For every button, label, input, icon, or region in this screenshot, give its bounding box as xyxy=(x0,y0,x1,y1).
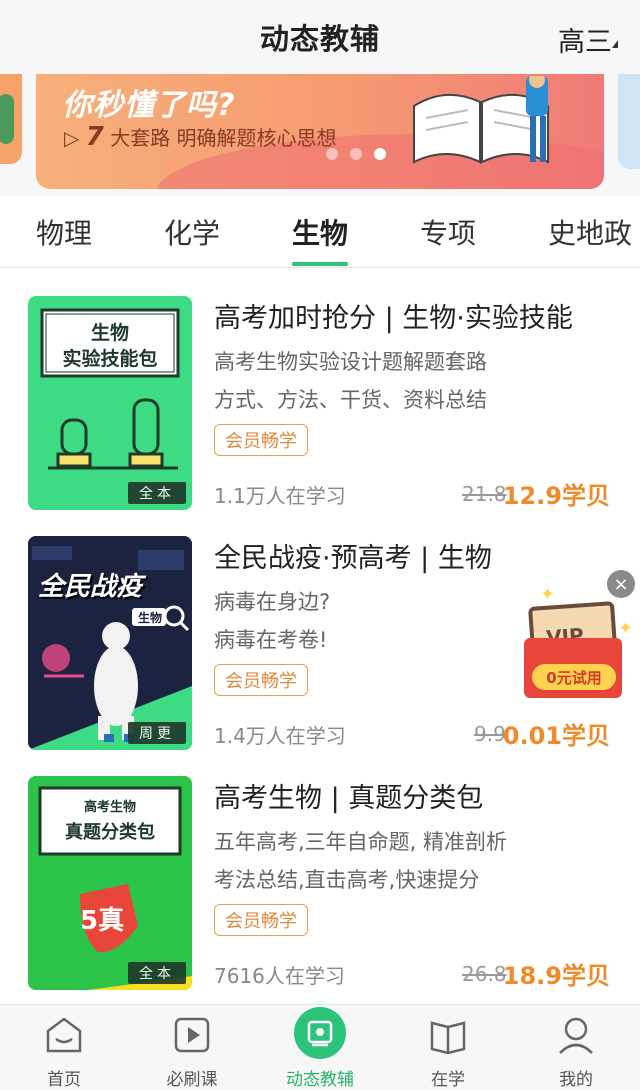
banner-dot[interactable] xyxy=(350,148,362,160)
original-price: 21.8 xyxy=(462,482,507,506)
nav-must-courses-label: 必刷课 xyxy=(166,1070,218,1090)
active-tab-indicator xyxy=(292,262,348,266)
cover-status-tag: 全本 xyxy=(128,482,186,504)
grade-selector[interactable]: 高三 xyxy=(558,20,612,59)
sparkle-icon: ✦ xyxy=(540,584,556,605)
nav-profile-label: 我的 xyxy=(559,1070,593,1090)
member-badge: 会员畅学 xyxy=(214,424,308,456)
nav-home-label: 首页 xyxy=(47,1070,81,1090)
nav-tutoring-label: 动态教辅 xyxy=(286,1070,354,1090)
tab-chemistry[interactable]: 化学 xyxy=(164,212,220,252)
banner-dot-active[interactable] xyxy=(374,148,386,160)
banner-next-peek[interactable] xyxy=(618,74,640,169)
cover-title-line2: 真题分类包 xyxy=(65,822,155,843)
learner-count: 1.4万人在学习 xyxy=(214,724,346,748)
banner-slide[interactable]: 你秒懂了吗? ▷ 7 大套路 明确解题核心思想 xyxy=(36,74,604,189)
member-badge: 会员畅学 xyxy=(214,664,308,696)
banner-carousel[interactable]: 你秒懂了吗? ▷ 7 大套路 明确解题核心思想 xyxy=(0,74,640,196)
course-description-line2: 方式、方法、干货、资料总结 xyxy=(214,388,487,412)
original-price: 9.9 xyxy=(474,722,506,746)
course-item[interactable]: 高考生物 真题分类包 5真 全本 高考生物 | 真题分类包 五年高考,三年自命题… xyxy=(0,776,640,996)
course-title[interactable]: 全民战疫·预高考 | 生物 xyxy=(214,536,492,575)
grade-caret-icon[interactable] xyxy=(612,40,618,48)
nav-home[interactable]: 首页 xyxy=(0,1005,128,1091)
banner-subtitle-number: 7 xyxy=(85,122,104,152)
member-badge: 会员畅学 xyxy=(214,904,308,936)
banner-dot[interactable] xyxy=(326,148,338,160)
page-title: 动态教辅 xyxy=(259,22,380,56)
course-title[interactable]: 高考加时抢分 | 生物·实验技能 xyxy=(214,296,573,335)
tutoring-icon xyxy=(307,1020,333,1047)
cover-title-line1: 生物 xyxy=(90,322,129,344)
original-price: 26.8 xyxy=(462,962,507,986)
course-description-line1: 病毒在身边? xyxy=(214,590,331,614)
banner-headline: 你秒懂了吗? xyxy=(62,88,236,123)
banner-subtitle-text: 大套路 明确解题核心思想 xyxy=(110,126,337,150)
nav-learning-label: 在学 xyxy=(431,1070,465,1090)
book-icon xyxy=(430,1021,466,1055)
course-item[interactable]: 生物 实验技能包 全本 高考加时抢分 | 生物·实验技能 高考生物实验设计题解题… xyxy=(0,296,640,516)
cover-title-line2: 实验技能包 xyxy=(62,348,158,370)
nav-profile[interactable]: 我的 xyxy=(512,1005,640,1091)
tab-special[interactable]: 专项 xyxy=(420,212,476,252)
play-icon xyxy=(174,1017,210,1053)
course-title[interactable]: 高考生物 | 真题分类包 xyxy=(214,776,483,815)
cover-title-line1: 全民战疫 xyxy=(38,572,143,602)
banner-pagination xyxy=(326,148,386,160)
nav-must-courses[interactable]: 必刷课 xyxy=(128,1005,256,1091)
nav-learning[interactable]: 在学 xyxy=(384,1005,512,1091)
course-description-line1: 高考生物实验设计题解题套路 xyxy=(214,350,487,374)
course-description-line1: 五年高考,三年自命题, 精准剖析 xyxy=(214,830,508,854)
nav-tutoring[interactable]: 动态教辅 xyxy=(256,1005,384,1091)
learner-count: 1.1万人在学习 xyxy=(214,484,346,508)
banner-subtitle: ▷ 7 大套路 明确解题核心思想 xyxy=(64,122,337,152)
close-icon[interactable]: × xyxy=(607,570,635,598)
cover-title-line1: 高考生物 xyxy=(83,800,136,815)
banner-prev-peek[interactable] xyxy=(0,74,22,164)
banner-play-icon: ▷ xyxy=(64,126,80,150)
tab-biology[interactable]: 生物 xyxy=(292,212,348,252)
learner-count: 7616人在学习 xyxy=(214,964,345,988)
cover-title-line2: 生物 xyxy=(137,611,162,625)
course-cover[interactable]: 生物 实验技能包 全本 xyxy=(28,296,192,510)
course-description-line2: 考法总结,直击高考,快速提分 xyxy=(214,868,480,892)
bottom-navigation: 首页 必刷课 动态教辅 在学 我的 xyxy=(0,1004,640,1090)
tab-physics[interactable]: 物理 xyxy=(36,212,92,252)
cover-stamp-text: 真 xyxy=(98,906,125,936)
home-icon xyxy=(46,1017,82,1053)
open-book-illustration xyxy=(413,76,549,164)
subject-tabs: 物理 化学 生物 专项 史地政 xyxy=(0,196,640,268)
current-price: 18.9学贝 xyxy=(502,962,610,990)
course-cover[interactable]: 全民战疫 生物 周更 xyxy=(28,536,192,750)
course-description-line2: 病毒在考卷! xyxy=(214,628,328,652)
tab-history-geo-politics[interactable]: 史地政 xyxy=(548,212,632,252)
cover-status-tag: 全本 xyxy=(128,962,186,984)
free-trial-button[interactable]: 0元试用 xyxy=(532,664,616,690)
cover-stamp-number: 5 xyxy=(80,906,99,936)
profile-icon xyxy=(559,1017,593,1054)
cover-stamp: 5真 xyxy=(80,900,124,937)
sparkle-icon: ✦ xyxy=(618,618,634,639)
course-cover[interactable]: 高考生物 真题分类包 5真 全本 xyxy=(28,776,192,990)
vip-trial-popup[interactable]: ✦ ✦ × VIP 0元试用 xyxy=(522,568,635,704)
current-price: 12.9学贝 xyxy=(502,482,610,510)
current-price: 0.01学贝 xyxy=(502,722,610,750)
top-bar: 动态教辅 高三 xyxy=(0,0,640,74)
cover-status-tag: 周更 xyxy=(128,722,186,744)
